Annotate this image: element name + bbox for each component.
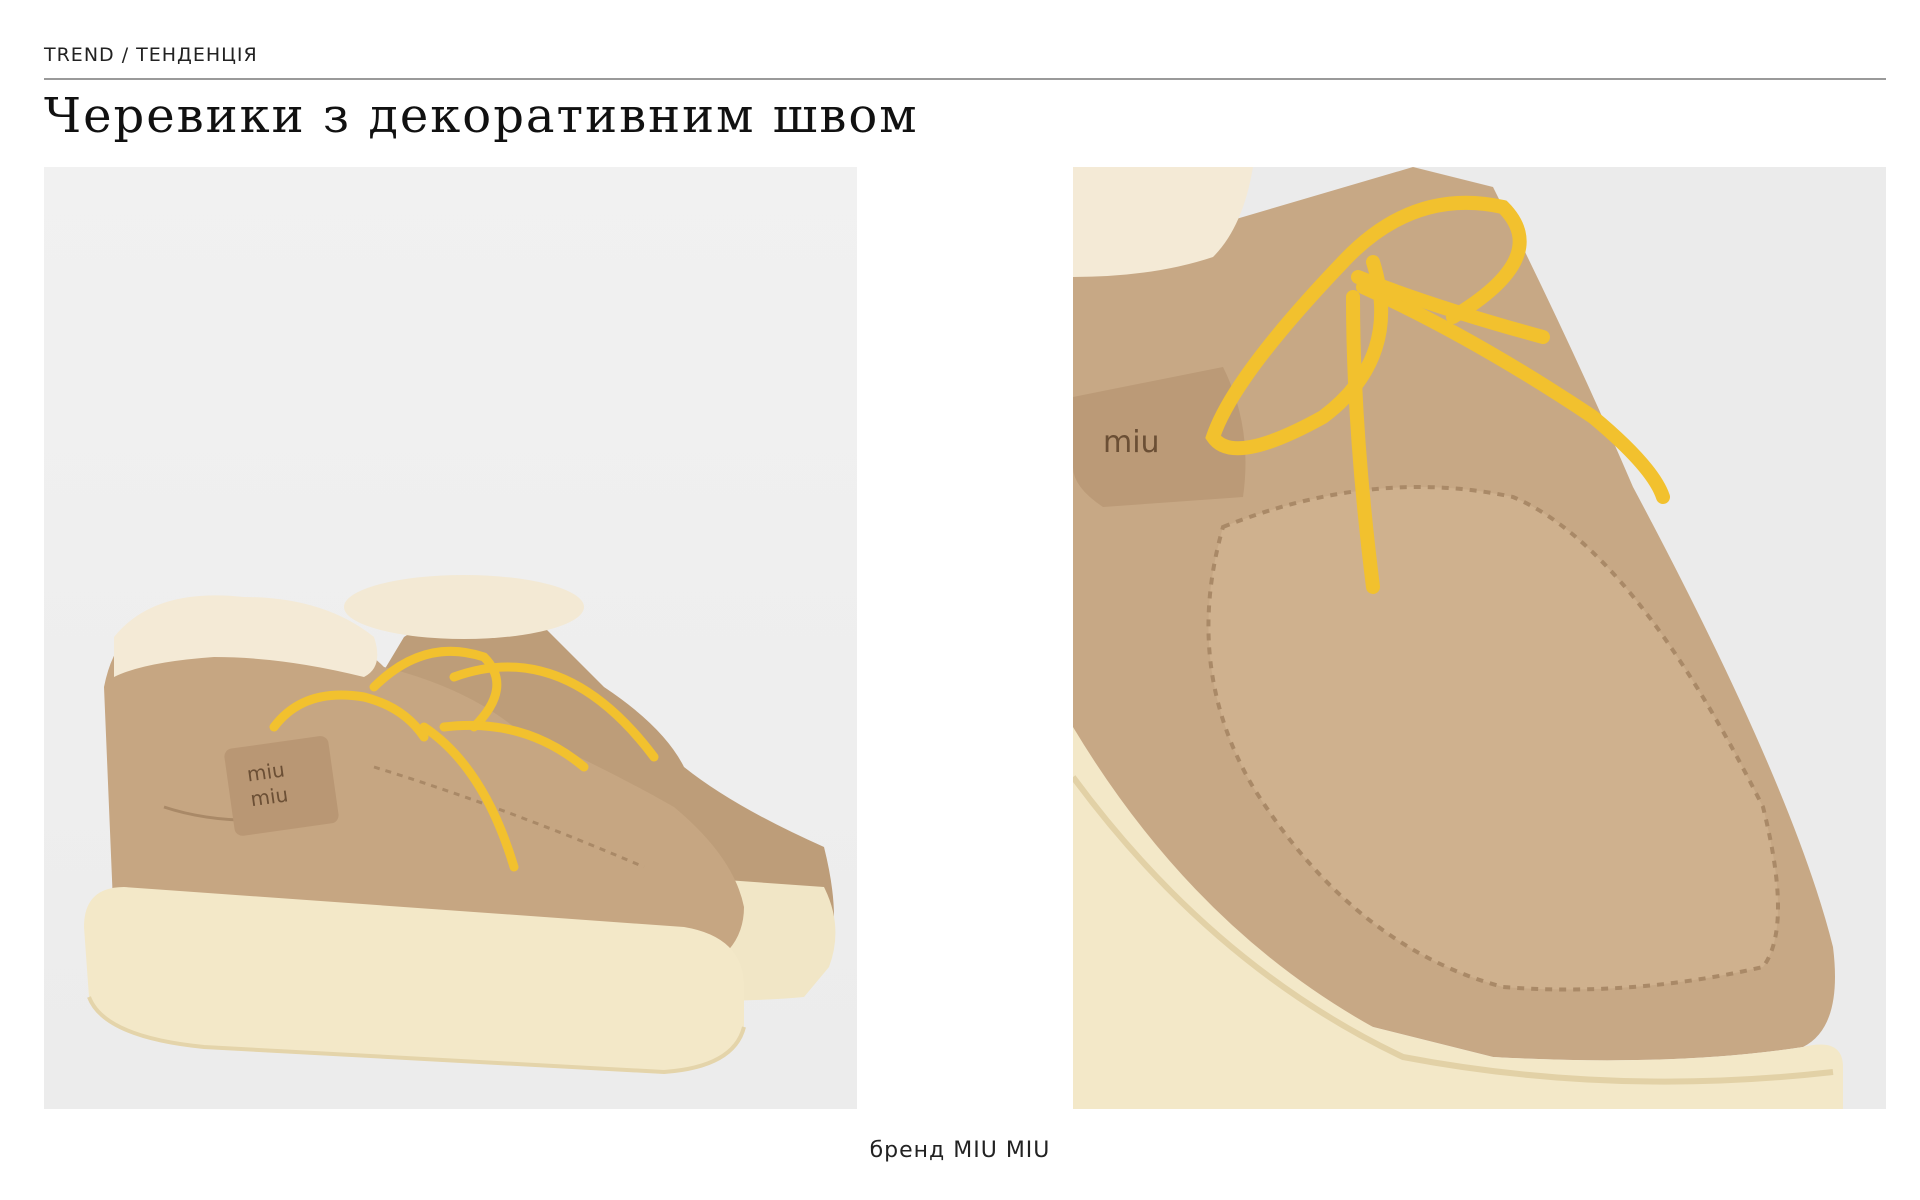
svg-text:miu: miu xyxy=(1103,425,1160,460)
page-title: Черевики з декоративним швом xyxy=(44,88,919,144)
section-kicker: TREND / ТЕНДЕНЦІЯ xyxy=(44,44,258,66)
header-divider xyxy=(44,78,1886,80)
boots-pair-image: miu miu xyxy=(44,167,857,1109)
brand-caption: бренд MIU MIU xyxy=(869,1138,1051,1163)
boot-closeup-image: miu xyxy=(1073,167,1886,1109)
